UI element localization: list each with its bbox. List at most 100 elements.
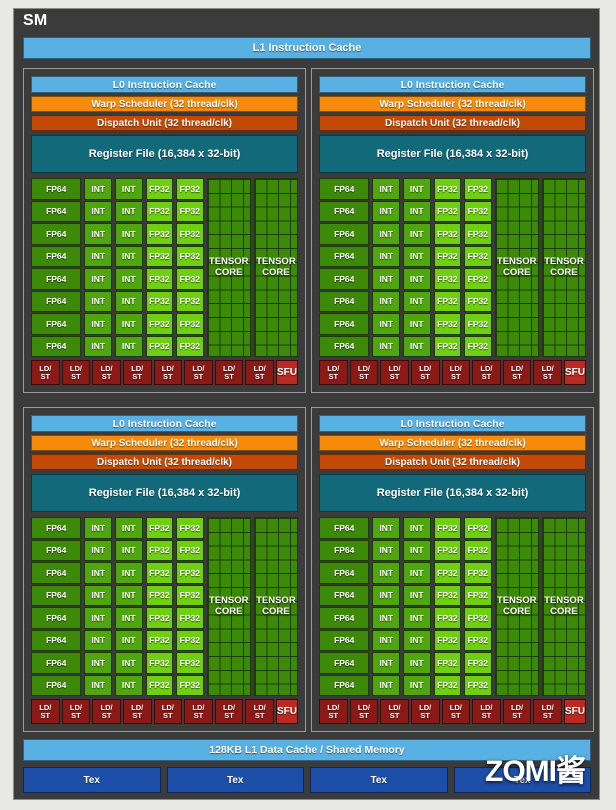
tex-unit: Tex (23, 767, 161, 793)
int-unit: INT (84, 313, 112, 335)
l1-instruction-cache: L1 Instruction Cache (23, 37, 591, 59)
ldst-line2: ST (40, 710, 51, 720)
int-unit: INT (403, 562, 431, 584)
int-column: INT INT INT INT INT INT INT INT (403, 178, 431, 357)
ldst-unit: LD/ST (410, 699, 440, 724)
l0-instruction-cache: L0 Instruction Cache (31, 415, 298, 432)
fp64-unit: FP64 (31, 313, 82, 335)
fp64-unit: FP64 (319, 223, 370, 245)
ldst-line2: ST (224, 371, 234, 381)
fp32-unit: FP32 (433, 539, 462, 561)
fp64-unit: FP64 (31, 629, 82, 651)
fp32-unit: FP32 (464, 607, 492, 629)
sm-container: SM L1 Instruction Cache L0 Instruction C… (13, 8, 600, 800)
ldst-line2: ST (132, 371, 142, 381)
fp32-column: FP32 FP32 FP32 FP32 FP32 FP32 FP32 FP32 (464, 517, 492, 696)
fp64-unit: FP64 (319, 607, 370, 629)
fp64-unit: FP64 (319, 268, 370, 290)
tex-unit-row: Tex Tex Tex Tex (23, 767, 591, 793)
fp64-unit: FP64 (319, 200, 370, 222)
fp32-unit: FP32 (145, 223, 174, 245)
fp64-unit: FP64 (31, 268, 82, 290)
ldst-unit: LD/ST (245, 360, 274, 385)
ldst-unit: LD/ST (122, 360, 152, 385)
int-column: INT INT INT INT INT INT INT INT (84, 517, 112, 696)
fp64-unit: FP64 (31, 584, 82, 606)
l0-instruction-cache: L0 Instruction Cache (31, 76, 298, 93)
fp32-unit: FP32 (433, 629, 462, 651)
int-unit: INT (403, 517, 431, 539)
int-unit: INT (372, 178, 400, 200)
int-unit: INT (84, 607, 112, 629)
fp32-unit: FP32 (176, 629, 204, 651)
tensor-core-label-line2: CORE (262, 266, 290, 278)
ldst-line2: ST (481, 371, 492, 381)
ldst-line2: ST (359, 710, 369, 720)
fp32-unit: FP32 (464, 517, 492, 539)
int-unit: INT (372, 223, 400, 245)
ldst-line2: ST (389, 371, 400, 381)
fp32-unit: FP32 (433, 335, 462, 357)
int-unit: INT (372, 629, 400, 651)
fp64-unit: FP64 (31, 652, 82, 674)
fp64-unit: FP64 (319, 584, 370, 606)
dispatch-unit: Dispatch Unit (32 thread/clk) (319, 115, 586, 131)
int-unit: INT (372, 200, 400, 222)
fp32-unit: FP32 (176, 335, 204, 357)
tensor-core-label-line1: TENSOR (496, 594, 537, 606)
fp64-unit: FP64 (319, 629, 370, 651)
fp32-unit: FP32 (433, 200, 462, 222)
tensor-core-label-line1: TENSOR (256, 594, 296, 606)
int-unit: INT (372, 313, 400, 335)
sfu-unit: SFU (276, 699, 298, 724)
ldst-line2: ST (512, 371, 522, 381)
int-unit: INT (403, 245, 431, 267)
ldst-line2: ST (481, 710, 492, 720)
int-unit: INT (84, 517, 112, 539)
fp64-unit: FP64 (319, 652, 370, 674)
fp32-unit: FP32 (433, 517, 462, 539)
int-unit: INT (372, 268, 400, 290)
fp64-unit: FP64 (31, 245, 82, 267)
int-unit: INT (372, 674, 400, 696)
fp32-unit: FP32 (145, 652, 174, 674)
int-unit: INT (372, 607, 400, 629)
int-unit: INT (403, 313, 431, 335)
fp32-unit: FP32 (464, 629, 492, 651)
fp64-unit: FP64 (31, 290, 82, 312)
fp32-unit: FP32 (145, 335, 174, 357)
tensor-core-label: TENSOR CORE (496, 594, 537, 618)
fp32-unit: FP32 (433, 245, 462, 267)
ldst-line2: ST (542, 710, 553, 720)
warp-scheduler: Warp Scheduler (32 thread/clk) (31, 435, 298, 451)
fp64-unit: FP64 (319, 674, 370, 696)
tex-unit: Tex (166, 767, 304, 793)
tensor-core-label-line2: CORE (214, 605, 243, 617)
tensor-core: TENSOR CORE (541, 178, 586, 357)
tensor-core-label-line2: CORE (262, 605, 290, 617)
fp32-unit: FP32 (145, 268, 174, 290)
ldst-line2: ST (224, 710, 234, 720)
ldst-line2: ST (389, 710, 400, 720)
ldst-unit: LD/ST (61, 699, 91, 724)
fp32-unit: FP32 (145, 562, 174, 584)
tensor-core: TENSOR CORE (253, 517, 298, 696)
fp64-column: FP64 FP64 FP64 FP64 FP64 FP64 FP64 FP64 (31, 517, 82, 696)
fp32-unit: FP32 (145, 584, 174, 606)
core-array: FP64 FP64 FP64 FP64 FP64 FP64 FP64 FP64 … (319, 517, 586, 724)
fp32-unit: FP32 (176, 313, 204, 335)
fp32-unit: FP32 (433, 674, 462, 696)
fp32-unit: FP32 (464, 178, 492, 200)
fp32-unit: FP32 (176, 562, 204, 584)
fp32-unit: FP32 (176, 290, 204, 312)
warp-scheduler: Warp Scheduler (32 thread/clk) (31, 96, 298, 112)
fp32-unit: FP32 (433, 584, 462, 606)
ldst-sfu-row: LD/ST LD/ST LD/ST LD/ST LD/ST LD/ST LD/S… (319, 699, 586, 724)
int-unit: INT (115, 313, 143, 335)
int-column: INT INT INT INT INT INT INT INT (403, 517, 431, 696)
fp32-unit: FP32 (433, 607, 462, 629)
fp32-column: FP32 FP32 FP32 FP32 FP32 FP32 FP32 FP32 (433, 517, 462, 696)
fp64-unit: FP64 (319, 178, 370, 200)
ldst-unit: LD/ST (349, 360, 379, 385)
int-unit: INT (115, 584, 143, 606)
